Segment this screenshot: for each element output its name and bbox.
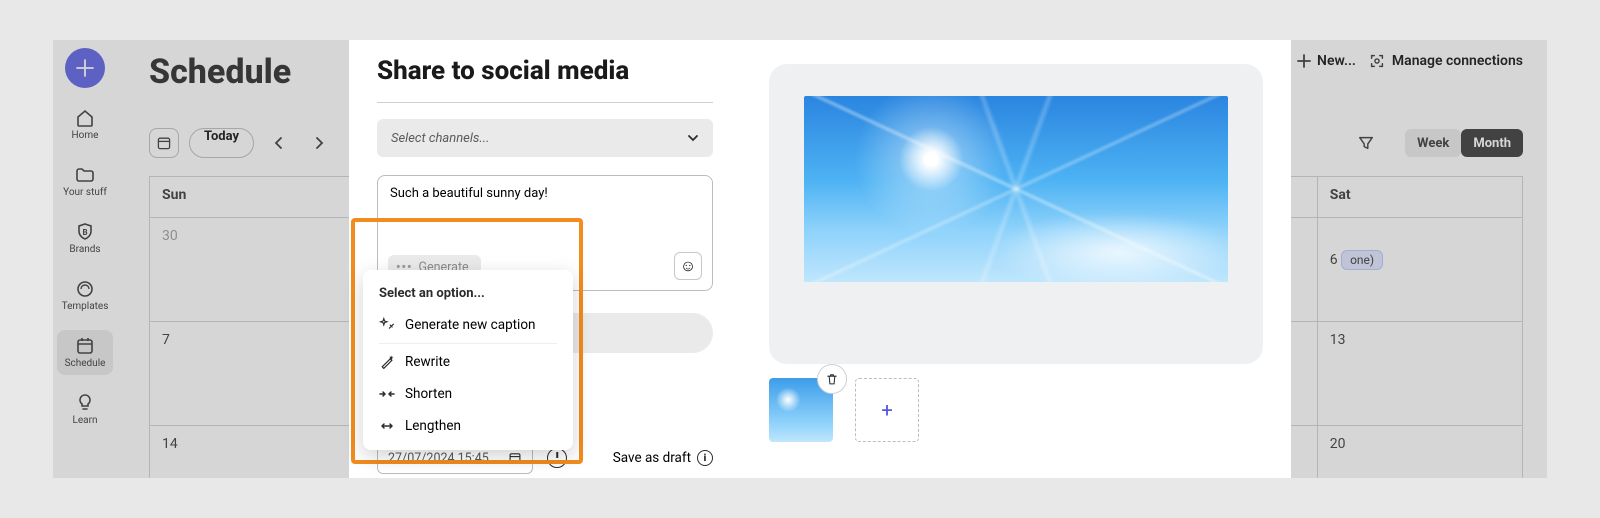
- option-label: Generate new caption: [405, 317, 536, 333]
- day-number: 6: [1330, 252, 1338, 268]
- option-rewrite[interactable]: Rewrite: [363, 346, 573, 378]
- nav-label: Schedule: [65, 358, 106, 369]
- calendar-icon: [508, 451, 522, 465]
- calendar-icon: [75, 336, 95, 356]
- generate-dropdown: Select an option... Generate new caption…: [363, 270, 573, 450]
- day-number: 30: [162, 228, 178, 244]
- view-week-button[interactable]: Week: [1405, 129, 1461, 157]
- prev-month-button[interactable]: [264, 128, 294, 158]
- emoji-icon: ☺: [680, 256, 696, 276]
- dropdown-title: Select an option...: [363, 278, 573, 309]
- nav-label: Your stuff: [63, 187, 107, 198]
- option-label: Rewrite: [405, 354, 450, 370]
- wand-icon: [379, 354, 395, 370]
- save-draft-button[interactable]: Save as draft i: [613, 450, 713, 466]
- option-shorten[interactable]: Shorten: [363, 378, 573, 410]
- folder-icon: [75, 165, 95, 185]
- day-number: 20: [1330, 436, 1346, 452]
- nav-learn[interactable]: Learn: [57, 387, 113, 432]
- option-generate-caption[interactable]: Generate new caption: [363, 309, 573, 341]
- option-lengthen[interactable]: Lengthen: [363, 410, 573, 442]
- preview-image: [804, 96, 1228, 282]
- plus-icon: +: [881, 398, 892, 422]
- day-header: Sat: [1317, 177, 1522, 217]
- option-label: Lengthen: [405, 418, 461, 434]
- lengthen-icon: [379, 421, 395, 431]
- home-icon: [75, 108, 95, 128]
- day-cell[interactable]: 7: [150, 321, 354, 425]
- nav-brands[interactable]: B Brands: [57, 216, 113, 261]
- manage-connections-button[interactable]: Manage connections: [1368, 52, 1523, 70]
- chevron-down-icon: [687, 132, 699, 144]
- nav-label: Learn: [72, 415, 97, 426]
- nav-templates[interactable]: Templates: [57, 273, 113, 318]
- svg-text:B: B: [82, 228, 87, 237]
- post-preview: [769, 64, 1263, 364]
- day-cell[interactable]: 30: [150, 217, 354, 321]
- datetime-value: 27/07/2024 15:45: [388, 451, 489, 466]
- day-cell[interactable]: 6 one): [1317, 217, 1522, 321]
- day-header: Sun: [150, 177, 354, 217]
- event-badge[interactable]: one): [1341, 250, 1383, 270]
- nav-label: Home: [72, 130, 99, 141]
- manage-connections-label: Manage connections: [1392, 53, 1523, 69]
- day-cell[interactable]: 14: [150, 425, 354, 478]
- emoji-button[interactable]: ☺: [674, 252, 702, 280]
- calendar-picker-button[interactable]: [149, 128, 179, 158]
- save-draft-label: Save as draft: [613, 450, 691, 466]
- nav-home[interactable]: Home: [57, 102, 113, 147]
- nav-your-stuff[interactable]: Your stuff: [57, 159, 113, 204]
- nav-schedule[interactable]: Schedule: [57, 330, 113, 375]
- lightbulb-icon: [75, 393, 95, 413]
- caption-text: Such a beautiful sunny day!: [390, 186, 548, 201]
- nav-label: Templates: [62, 301, 109, 312]
- sparkle-icon: [379, 317, 395, 333]
- share-modal: Share to social media Select channels...…: [349, 40, 1291, 478]
- day-cell[interactable]: 13: [1317, 321, 1522, 425]
- option-label: Shorten: [405, 386, 452, 402]
- time-indicator[interactable]: [547, 448, 567, 468]
- day-number: 14: [162, 436, 178, 452]
- day-number: 7: [162, 332, 170, 348]
- view-month-button[interactable]: Month: [1461, 129, 1523, 157]
- modal-title: Share to social media: [377, 56, 713, 86]
- next-month-button[interactable]: [304, 128, 334, 158]
- day-number: 13: [1330, 332, 1346, 348]
- media-thumbnail[interactable]: [769, 378, 833, 442]
- new-post-label: New...: [1317, 53, 1356, 69]
- delete-media-button[interactable]: [817, 364, 847, 394]
- shield-icon: B: [75, 222, 95, 242]
- info-icon: i: [697, 450, 713, 466]
- today-button[interactable]: Today: [189, 128, 254, 158]
- new-post-button[interactable]: New...: [1297, 53, 1356, 69]
- filter-button[interactable]: [1351, 128, 1381, 158]
- shorten-icon: [379, 389, 395, 399]
- channels-select[interactable]: Select channels...: [377, 119, 713, 157]
- add-media-button[interactable]: +: [855, 378, 919, 442]
- nav-label: Brands: [69, 244, 100, 255]
- templates-icon: [75, 279, 95, 299]
- day-cell[interactable]: 20: [1317, 425, 1522, 478]
- trash-icon: [825, 372, 839, 386]
- channels-placeholder: Select channels...: [391, 131, 489, 146]
- create-button[interactable]: [65, 48, 105, 88]
